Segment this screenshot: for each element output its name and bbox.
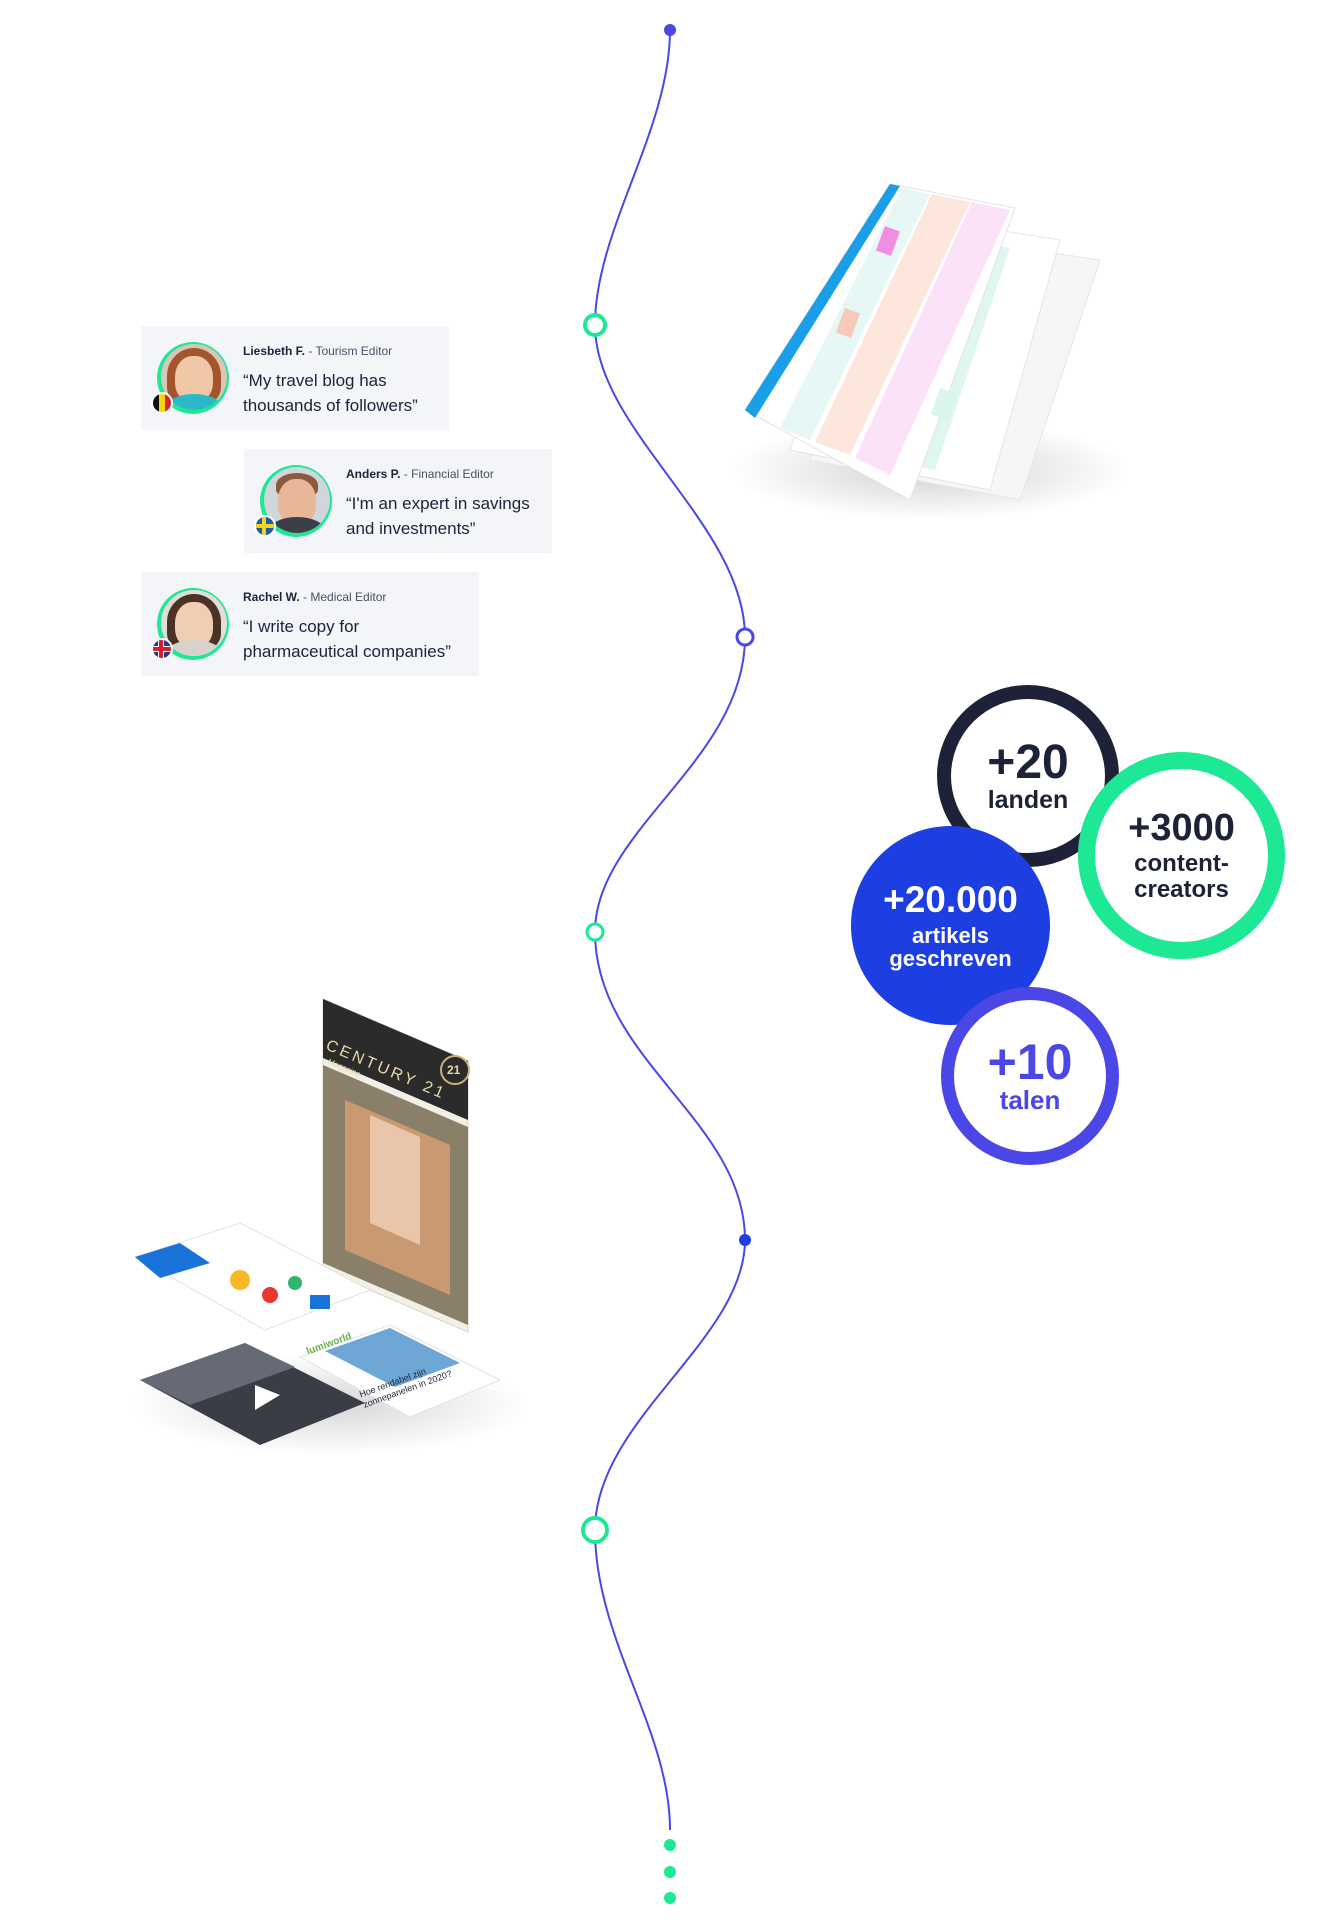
timeline-dot-start: [664, 24, 676, 36]
testimonial-name: Liesbeth F.: [243, 344, 306, 358]
stat-number: +20: [987, 735, 1069, 789]
timeline-node-3: [585, 922, 605, 942]
belgium-flag-icon: [151, 392, 173, 414]
sweden-flag-icon: [254, 515, 276, 537]
stat-number: +10: [987, 1034, 1073, 1091]
testimonial-card: Anders P. - Financial Editor “I'm an exp…: [244, 449, 552, 553]
timeline-node-1: [583, 313, 607, 337]
stat-label: artikels: [911, 922, 990, 948]
testimonial-role: - Financial Editor: [400, 467, 494, 481]
timeline-dot-end-3: [664, 1892, 676, 1904]
testimonial-role: - Medical Editor: [299, 590, 387, 604]
testimonial-name: Anders P.: [346, 467, 401, 481]
testimonial-role: - Tourism Editor: [305, 344, 393, 358]
content-calendar-mockup: [730, 183, 1130, 520]
testimonial-quote-line: “My travel blog has: [243, 371, 387, 390]
stat-label: talen: [999, 1085, 1061, 1116]
timeline-node-5: [581, 1516, 609, 1544]
timeline-dot-4: [739, 1234, 751, 1246]
timeline-dot-end-1: [664, 1839, 676, 1851]
uk-flag-icon: [151, 638, 173, 660]
testimonial-quote-line: “I write copy for: [243, 617, 360, 636]
stat-label: creators: [1134, 875, 1229, 903]
stat-content-creators: +3000 content- creators: [1078, 752, 1285, 959]
stat-number: +20.000: [883, 878, 1018, 920]
testimonial-card: Rachel W. - Medical Editor “I write copy…: [141, 572, 479, 676]
stat-number: +3000: [1128, 807, 1235, 850]
timeline-node-2: [735, 627, 755, 647]
stat-label: geschreven: [889, 946, 1012, 971]
testimonial-quote-line: “I'm an expert in savings: [346, 494, 530, 513]
timeline-dot-end-2: [664, 1866, 676, 1878]
content-samples-mockup: CENTURY 21 Magazine 21 lumiworld Hoe ren…: [120, 995, 560, 1475]
testimonial-quote-line: and investments”: [346, 519, 476, 538]
stat-label: landen: [987, 785, 1069, 814]
testimonial-card: Liesbeth F. - Tourism Editor “My travel …: [141, 326, 449, 430]
testimonial-name: Rachel W.: [243, 590, 300, 604]
stat-label: content-: [1134, 850, 1229, 878]
testimonial-quote-line: pharmaceutical companies”: [243, 642, 451, 661]
magazine-badge: 21: [447, 1063, 461, 1077]
testimonial-quote-line: thousands of followers”: [243, 396, 418, 415]
stat-languages: +10 talen: [941, 987, 1119, 1165]
